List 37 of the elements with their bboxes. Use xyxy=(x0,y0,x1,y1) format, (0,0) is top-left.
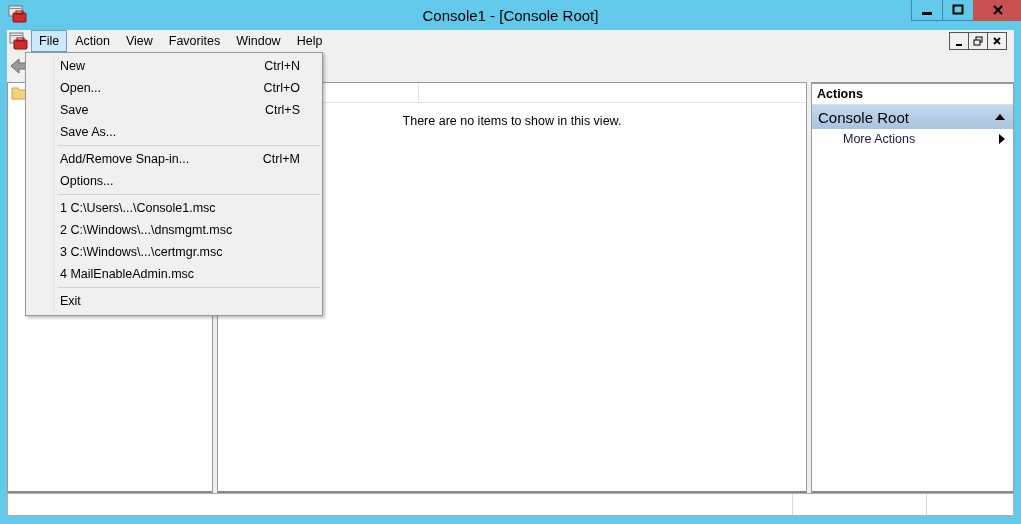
app-icon[interactable] xyxy=(9,32,28,50)
window-title: Console1 - [Console Root] xyxy=(422,6,599,24)
minimize-button[interactable] xyxy=(949,32,969,50)
menu-entry[interactable]: Options... xyxy=(28,170,320,192)
menu-entry[interactable]: Save Ctrl+S xyxy=(28,99,320,121)
menu-entry[interactable]: 3 C:\Windows\...\certmgr.msc xyxy=(28,241,320,263)
menu-entry[interactable]: Open... Ctrl+O xyxy=(28,77,320,99)
menu-entry[interactable]: 4 MailEnableAdmin.msc xyxy=(28,263,320,285)
menu-entry[interactable]: Add/Remove Snap-in... Ctrl+M xyxy=(28,148,320,170)
section-header[interactable]: Console Root xyxy=(812,105,1013,129)
app-icon[interactable] xyxy=(8,5,27,23)
menu-item[interactable]: Window xyxy=(228,30,289,52)
restore-button[interactable] xyxy=(968,32,988,50)
menu-entry[interactable]: 1 C:\Users\...\Console1.msc xyxy=(28,197,320,219)
minimize-icon xyxy=(956,43,962,46)
menu-entry[interactable]: Exit xyxy=(28,290,320,312)
menu-item[interactable]: View xyxy=(117,30,161,52)
action-link[interactable]: More Actions xyxy=(812,129,1013,149)
menu-entry[interactable]: 2 C:\Windows\...\dnsmgmt.msc xyxy=(28,219,320,241)
minimize-button[interactable] xyxy=(911,0,942,21)
minimize-icon xyxy=(922,12,932,15)
menu-item[interactable]: Help xyxy=(288,30,331,52)
menu-item[interactable]: Action xyxy=(67,30,118,52)
maximize-icon xyxy=(952,4,964,16)
menu-entry[interactable]: Save As... xyxy=(28,121,320,143)
submenu-arrow-icon xyxy=(999,134,1005,144)
restore-icon xyxy=(973,36,983,46)
collapse-icon[interactable] xyxy=(995,114,1005,120)
menu-item[interactable]: File xyxy=(31,30,68,52)
empty-message: There are no items to show in this view. xyxy=(401,114,623,128)
section-title: Console Root xyxy=(818,108,909,126)
maximize-button[interactable] xyxy=(942,0,973,21)
close-button[interactable] xyxy=(987,32,1007,50)
back-arrow-icon[interactable] xyxy=(10,58,28,74)
menu-item[interactable]: Favorites xyxy=(160,30,229,52)
close-icon xyxy=(992,36,1002,46)
close-icon xyxy=(991,4,1004,16)
